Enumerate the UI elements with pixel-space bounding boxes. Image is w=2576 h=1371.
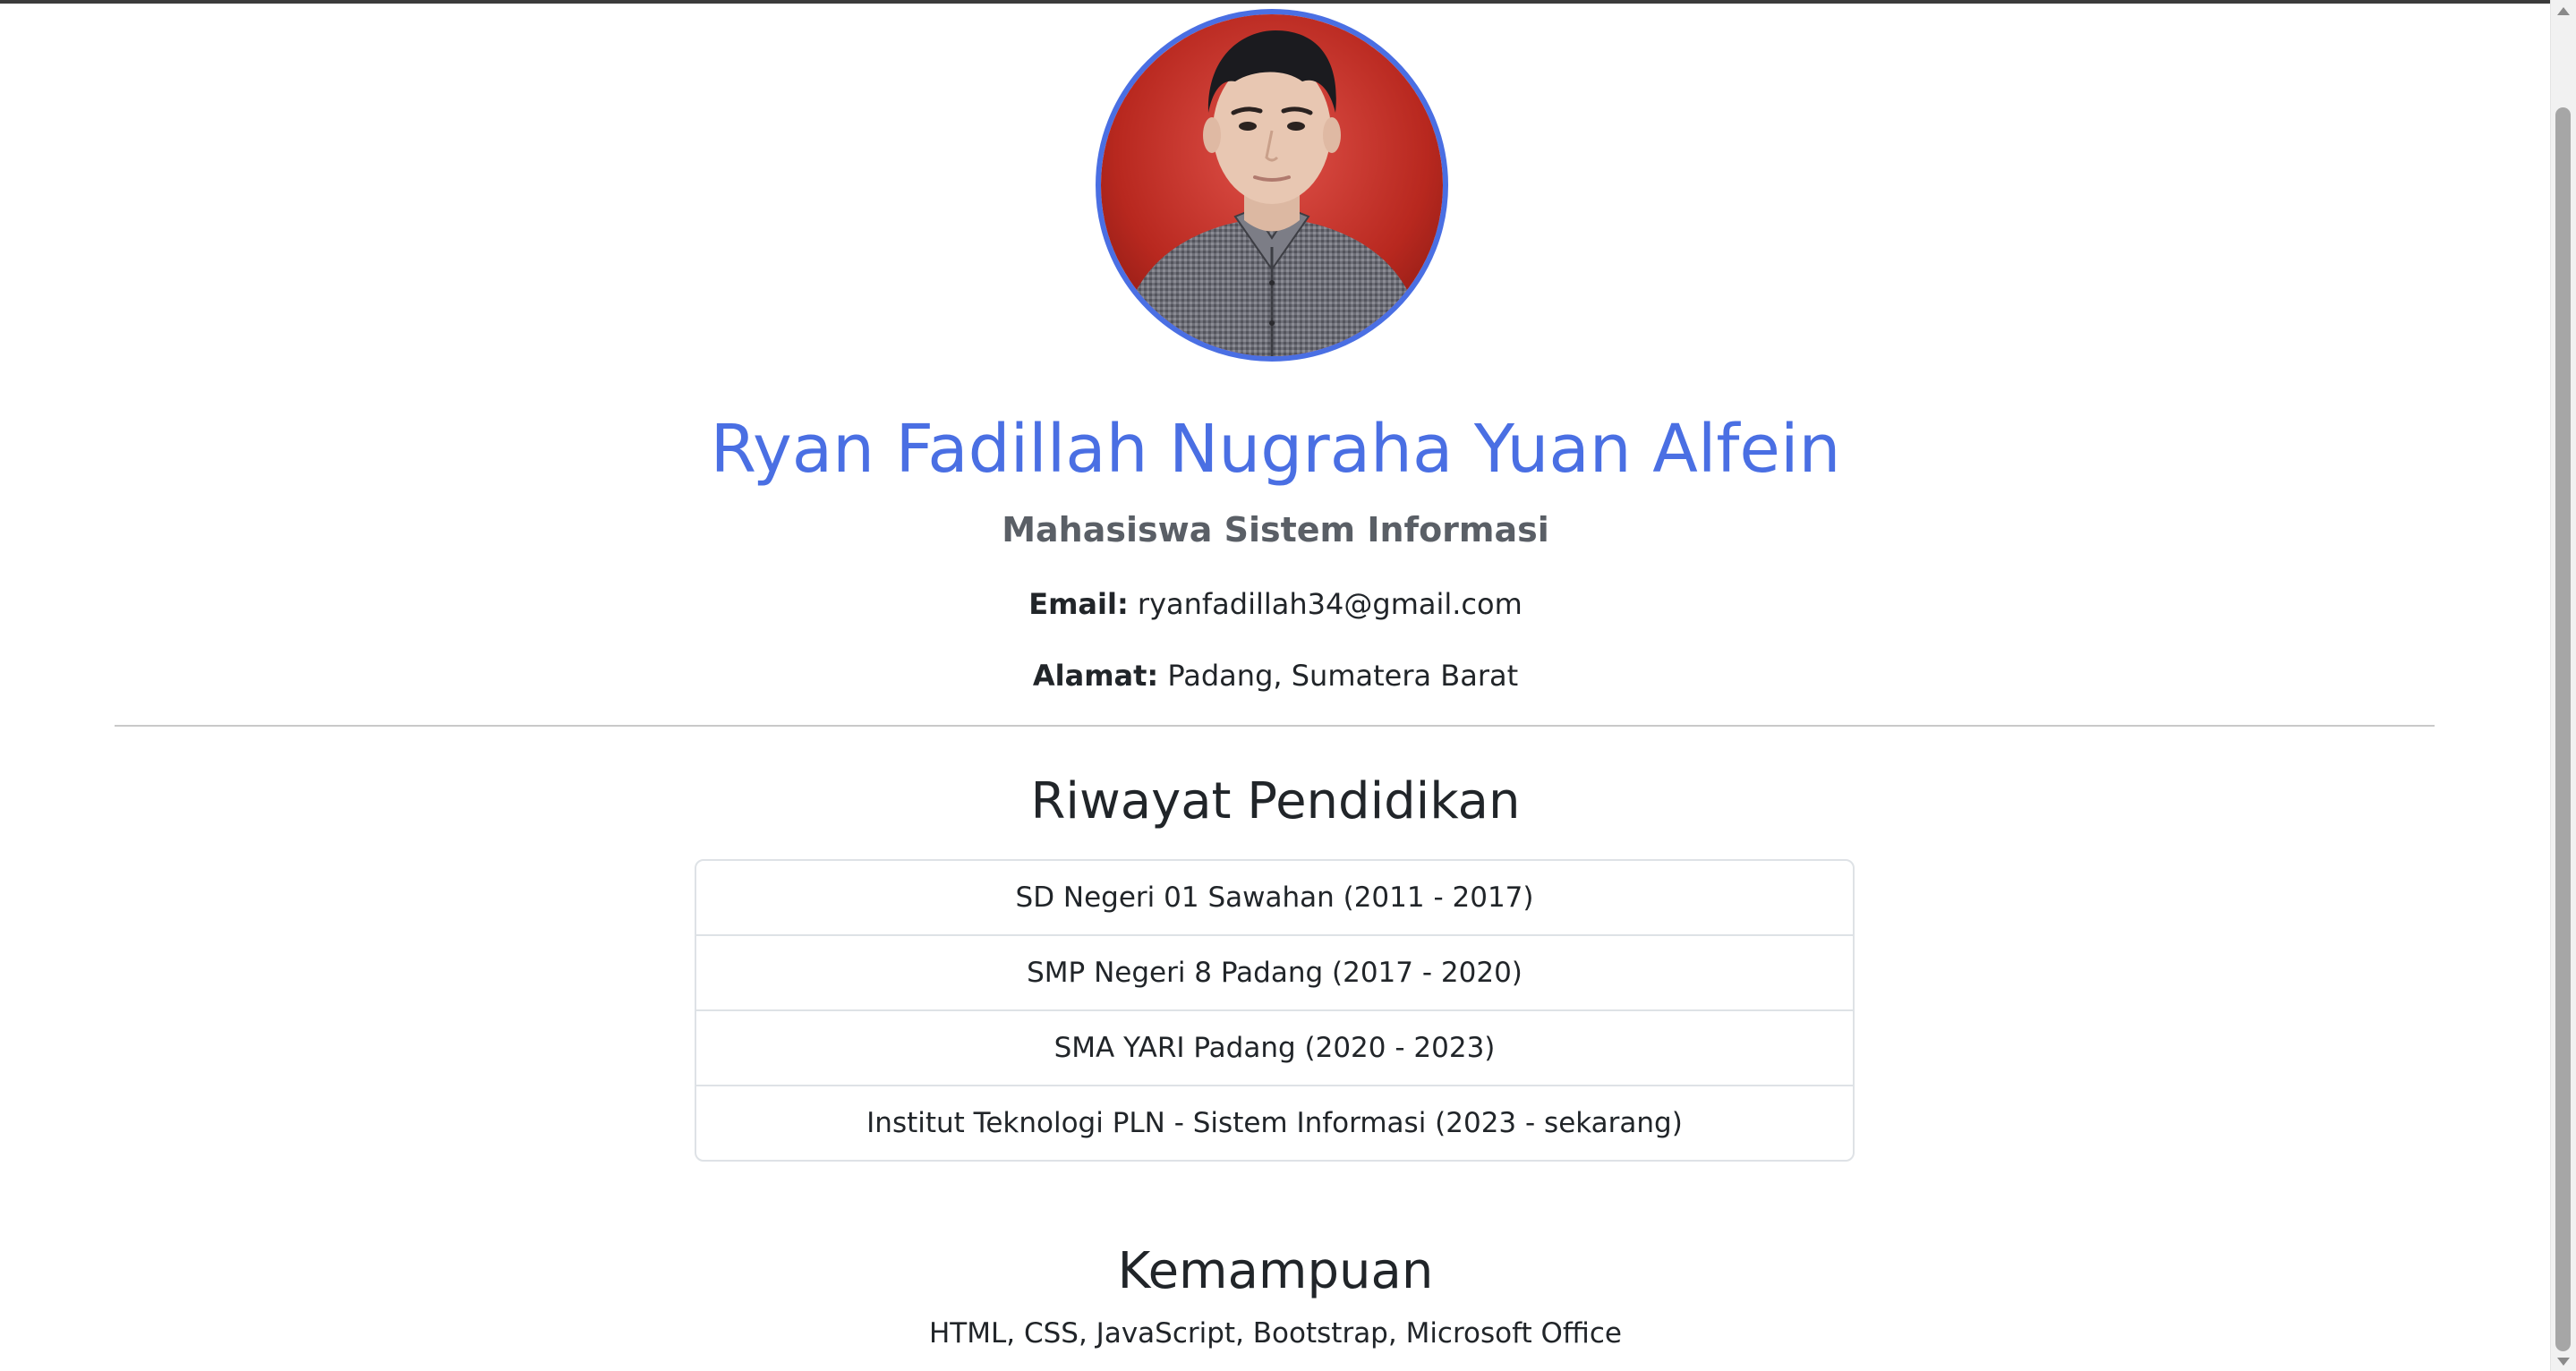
cv-page: Ryan Fadillah Nugraha Yuan Alfein Mahasi… [0,0,2551,1371]
education-item: SMA YARI Padang (2020 - 2023) [696,1011,1853,1086]
vertical-scrollbar[interactable] [2550,0,2576,1371]
education-item: SD Negeri 01 Sawahan (2011 - 2017) [696,861,1853,936]
skills-title: Kemampuan [1117,1242,1434,1300]
address-line: Alamat: Padang, Sumatera Barat [0,659,2551,693]
scrollbar-thumb[interactable] [2555,107,2571,1351]
profile-photo [1096,9,1448,362]
profile-role: Mahasiswa Sistem Informasi [1002,510,1549,549]
education-item: SMP Negeri 8 Padang (2017 - 2020) [696,936,1853,1011]
scroll-down-arrow-icon[interactable] [2557,1358,2570,1366]
skills-text: HTML, CSS, JavaScript, Bootstrap, Micros… [929,1317,1622,1350]
scroll-up-arrow-icon[interactable] [2557,7,2570,15]
education-title: Riwayat Pendidikan [1030,772,1521,830]
address-label: Alamat: [1032,659,1159,693]
email-value: ryanfadillah34@gmail.com [1137,587,1523,621]
education-item: Institut Teknologi PLN - Sistem Informas… [866,1107,1683,1139]
section-divider [115,725,2435,727]
address-value: Padang, Sumatera Barat [1167,659,1519,693]
profile-photo-image [1101,14,1443,356]
profile-name: Ryan Fadillah Nugraha Yuan Alfein [710,411,1841,488]
education-list: SD Negeri 01 Sawahan (2011 - 2017) SMP N… [695,859,1855,1162]
email-line: Email: ryanfadillah34@gmail.com [0,587,2551,621]
email-label: Email: [1028,587,1129,621]
